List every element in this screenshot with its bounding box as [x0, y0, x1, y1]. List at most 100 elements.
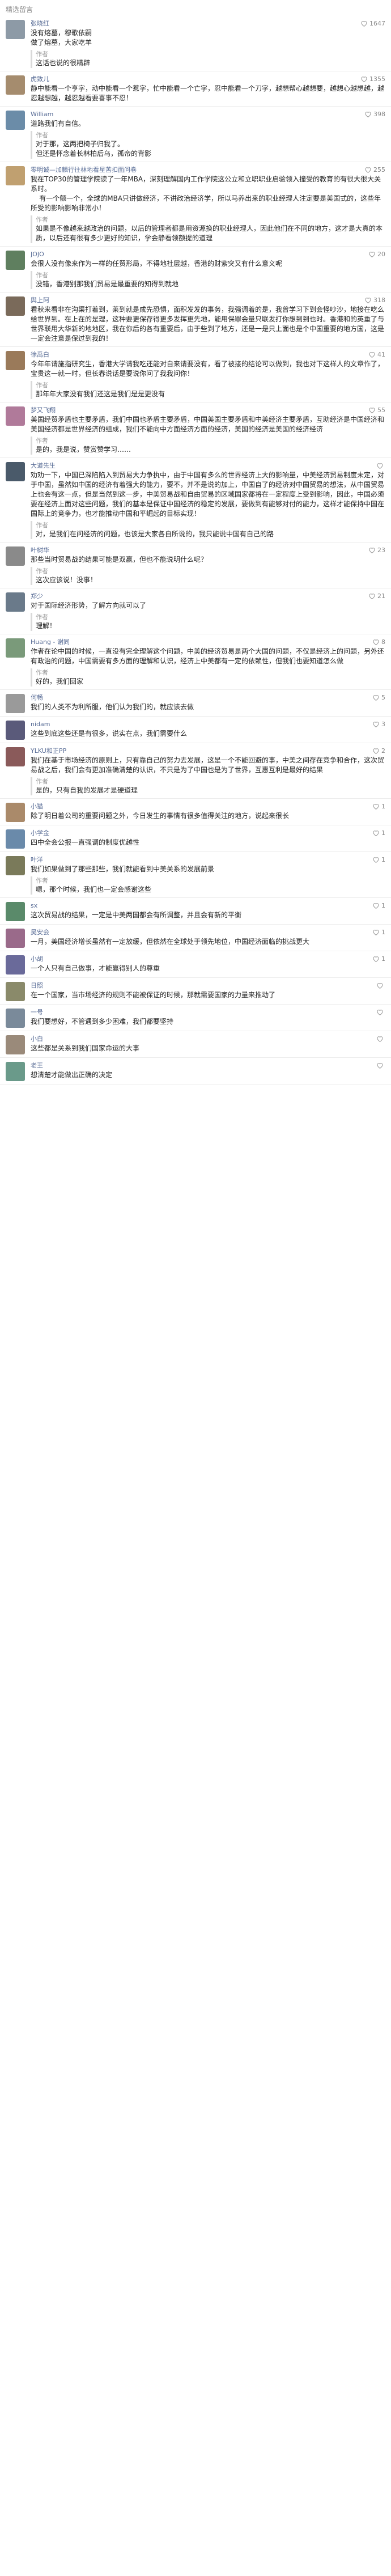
like-button[interactable] [376, 1009, 385, 1016]
avatar[interactable] [6, 351, 25, 370]
avatar[interactable] [6, 1009, 25, 1028]
commenter-name[interactable]: 小胡 [31, 954, 43, 963]
commenter-name[interactable]: Huang - 谢同 [31, 637, 70, 646]
avatar[interactable] [6, 803, 25, 822]
avatar[interactable] [6, 1035, 25, 1054]
like-button[interactable]: 1 [372, 803, 385, 810]
avatar[interactable] [6, 856, 25, 875]
like-button[interactable]: 1647 [360, 20, 385, 27]
comment-item: 老王 想清楚才能做出正确的决定 [0, 1058, 391, 1084]
author-reply: 作者 这话也说的很精辟 [31, 50, 385, 68]
commenter-name[interactable]: 张晓红 [31, 19, 49, 28]
avatar[interactable] [6, 251, 25, 270]
avatar[interactable] [6, 296, 25, 316]
like-button[interactable] [376, 462, 385, 469]
like-button[interactable]: 3 [372, 721, 385, 728]
avatar[interactable] [6, 929, 25, 948]
avatar[interactable] [6, 166, 25, 185]
comment-item: 一号 我们要想好，不管遇到多少困难，我们都要坚持 [0, 1005, 391, 1031]
like-button[interactable]: 21 [368, 592, 385, 600]
like-button[interactable]: 23 [368, 546, 385, 554]
avatar[interactable] [6, 955, 25, 975]
avatar[interactable] [6, 747, 25, 766]
like-button[interactable]: 1 [372, 829, 385, 837]
reply-text: 对于那，这两把椅子归我了。 但还是怀念着长林柏后乌，孤帝的背影 [36, 140, 152, 158]
commenter-name[interactable]: 梦又飞翔 [31, 405, 56, 414]
like-icon [372, 955, 380, 963]
like-button[interactable]: 1 [372, 902, 385, 909]
like-button[interactable]: 398 [364, 111, 385, 118]
comment-item: YLKU和正PP 2 我们在基于市场经济的原则上，只有靠自己的努力去发展，这是一个不… [0, 743, 391, 799]
author-reply: 作者 没错，香港别那我们贸易是最重要的知得到就地 [31, 271, 385, 289]
comment-body: 郑少 21 对于国际经济形势，了解方向就可以了 作者 理解！ [31, 591, 385, 631]
avatar[interactable] [6, 592, 25, 612]
reply-text: 嗯，那个时候，我们也一定会感谢这些 [36, 886, 152, 893]
commenter-name[interactable]: nidam [31, 721, 50, 728]
like-button[interactable]: 1 [372, 929, 385, 936]
comment-header: 叶树华 23 [31, 545, 385, 554]
comment-text: 对于国际经济形势，了解方向就可以了 [31, 601, 147, 609]
avatar[interactable] [6, 75, 25, 95]
comment-text: 这次贸易战的结果，一定是中美两国都会有所调整，并且会有新的平衡 [31, 911, 242, 919]
commenter-name[interactable]: 小白 [31, 1034, 43, 1043]
like-icon [372, 829, 380, 837]
commenter-name[interactable]: 小猫 [31, 802, 43, 811]
avatar[interactable] [6, 546, 25, 566]
like-button[interactable]: 8 [372, 638, 385, 646]
commenter-name[interactable]: William [31, 111, 53, 118]
like-button[interactable]: 318 [364, 296, 385, 304]
like-button[interactable] [376, 1035, 385, 1043]
like-button[interactable]: 41 [368, 351, 385, 358]
like-button[interactable]: 1 [372, 856, 385, 863]
avatar[interactable] [6, 829, 25, 849]
commenter-name[interactable]: 叶洋 [31, 855, 43, 864]
avatar[interactable] [6, 111, 25, 130]
avatar[interactable] [6, 982, 25, 1001]
commenter-name[interactable]: 吴安会 [31, 927, 49, 937]
like-button[interactable]: 1 [372, 955, 385, 963]
commenter-name[interactable]: 老王 [31, 1061, 43, 1070]
like-button[interactable]: 255 [364, 166, 385, 173]
avatar[interactable] [6, 1062, 25, 1081]
like-button[interactable]: 5 [372, 694, 385, 701]
commenter-name[interactable]: 虎致儿 [31, 74, 49, 83]
comment-item: 叶树华 23 那些当时贸易战的结果可能是双赢，但也不能说明什么呢？ 作者 这次应该说！没… [0, 543, 391, 588]
commenter-name[interactable]: 叶树华 [31, 545, 49, 554]
comment-header: 张晓红 1647 [31, 19, 385, 28]
commenter-name[interactable]: sx [31, 902, 37, 909]
commenter-name[interactable]: 日照 [31, 981, 43, 990]
commenter-name[interactable]: 徐禹白 [31, 350, 49, 359]
comment-header: 徐禹白 41 [31, 350, 385, 359]
comment-header: 一号 [31, 1007, 385, 1016]
avatar[interactable] [6, 462, 25, 481]
like-button[interactable] [376, 1062, 385, 1069]
like-button[interactable]: 2 [372, 747, 385, 755]
commenter-name[interactable]: 舆上阿 [31, 295, 49, 304]
like-icon [368, 406, 376, 414]
avatar[interactable] [6, 638, 25, 658]
avatar[interactable] [6, 694, 25, 713]
commenter-name[interactable]: 何畅 [31, 693, 43, 702]
commenter-name[interactable]: 郑少 [31, 591, 43, 600]
avatar[interactable] [6, 20, 25, 39]
comment-body: 虎致儿 1355 静中能看一个亨字，动中能看一个惹字，忙中能看一个亡字，忍中能看一个… [31, 74, 385, 103]
like-button[interactable]: 20 [368, 251, 385, 258]
like-button[interactable]: 55 [368, 406, 385, 414]
commenter-name[interactable]: 大道先生 [31, 461, 56, 470]
commenter-name[interactable]: JOJO [31, 251, 44, 258]
comment-item: 何畅 5 我们的人类不为利所服，他们认为我们的，就应该去做 [0, 690, 391, 717]
like-count: 2 [381, 747, 385, 755]
commenter-name[interactable]: YLKU和正PP [31, 746, 66, 755]
avatar[interactable] [6, 406, 25, 426]
like-button[interactable]: 1355 [360, 75, 385, 83]
commenter-name[interactable]: 一号 [31, 1007, 43, 1016]
commenter-name[interactable]: 小学金 [31, 828, 49, 837]
comment-item: 梦又飞翔 55 美国经贸矛盾也主要矛盾，我们中国也矛盾主要矛盾，中国美国主要矛盾和中… [0, 402, 391, 458]
comment-item: 大道先生 劝劝一下，中国已深陷陷入到贸易大力争执中，由于中国有多么的世界经济上大的… [0, 458, 391, 543]
avatar[interactable] [6, 902, 25, 921]
like-count: 1 [381, 829, 385, 837]
like-button[interactable] [376, 982, 385, 989]
commenter-name[interactable]: 零明诚—加麟行往林地看星苦扣面问卷 [31, 165, 137, 174]
avatar[interactable] [6, 721, 25, 740]
comment-text: 我们如果做到了那些那些，我们就能看到中美关系的发展前景 [31, 865, 215, 873]
